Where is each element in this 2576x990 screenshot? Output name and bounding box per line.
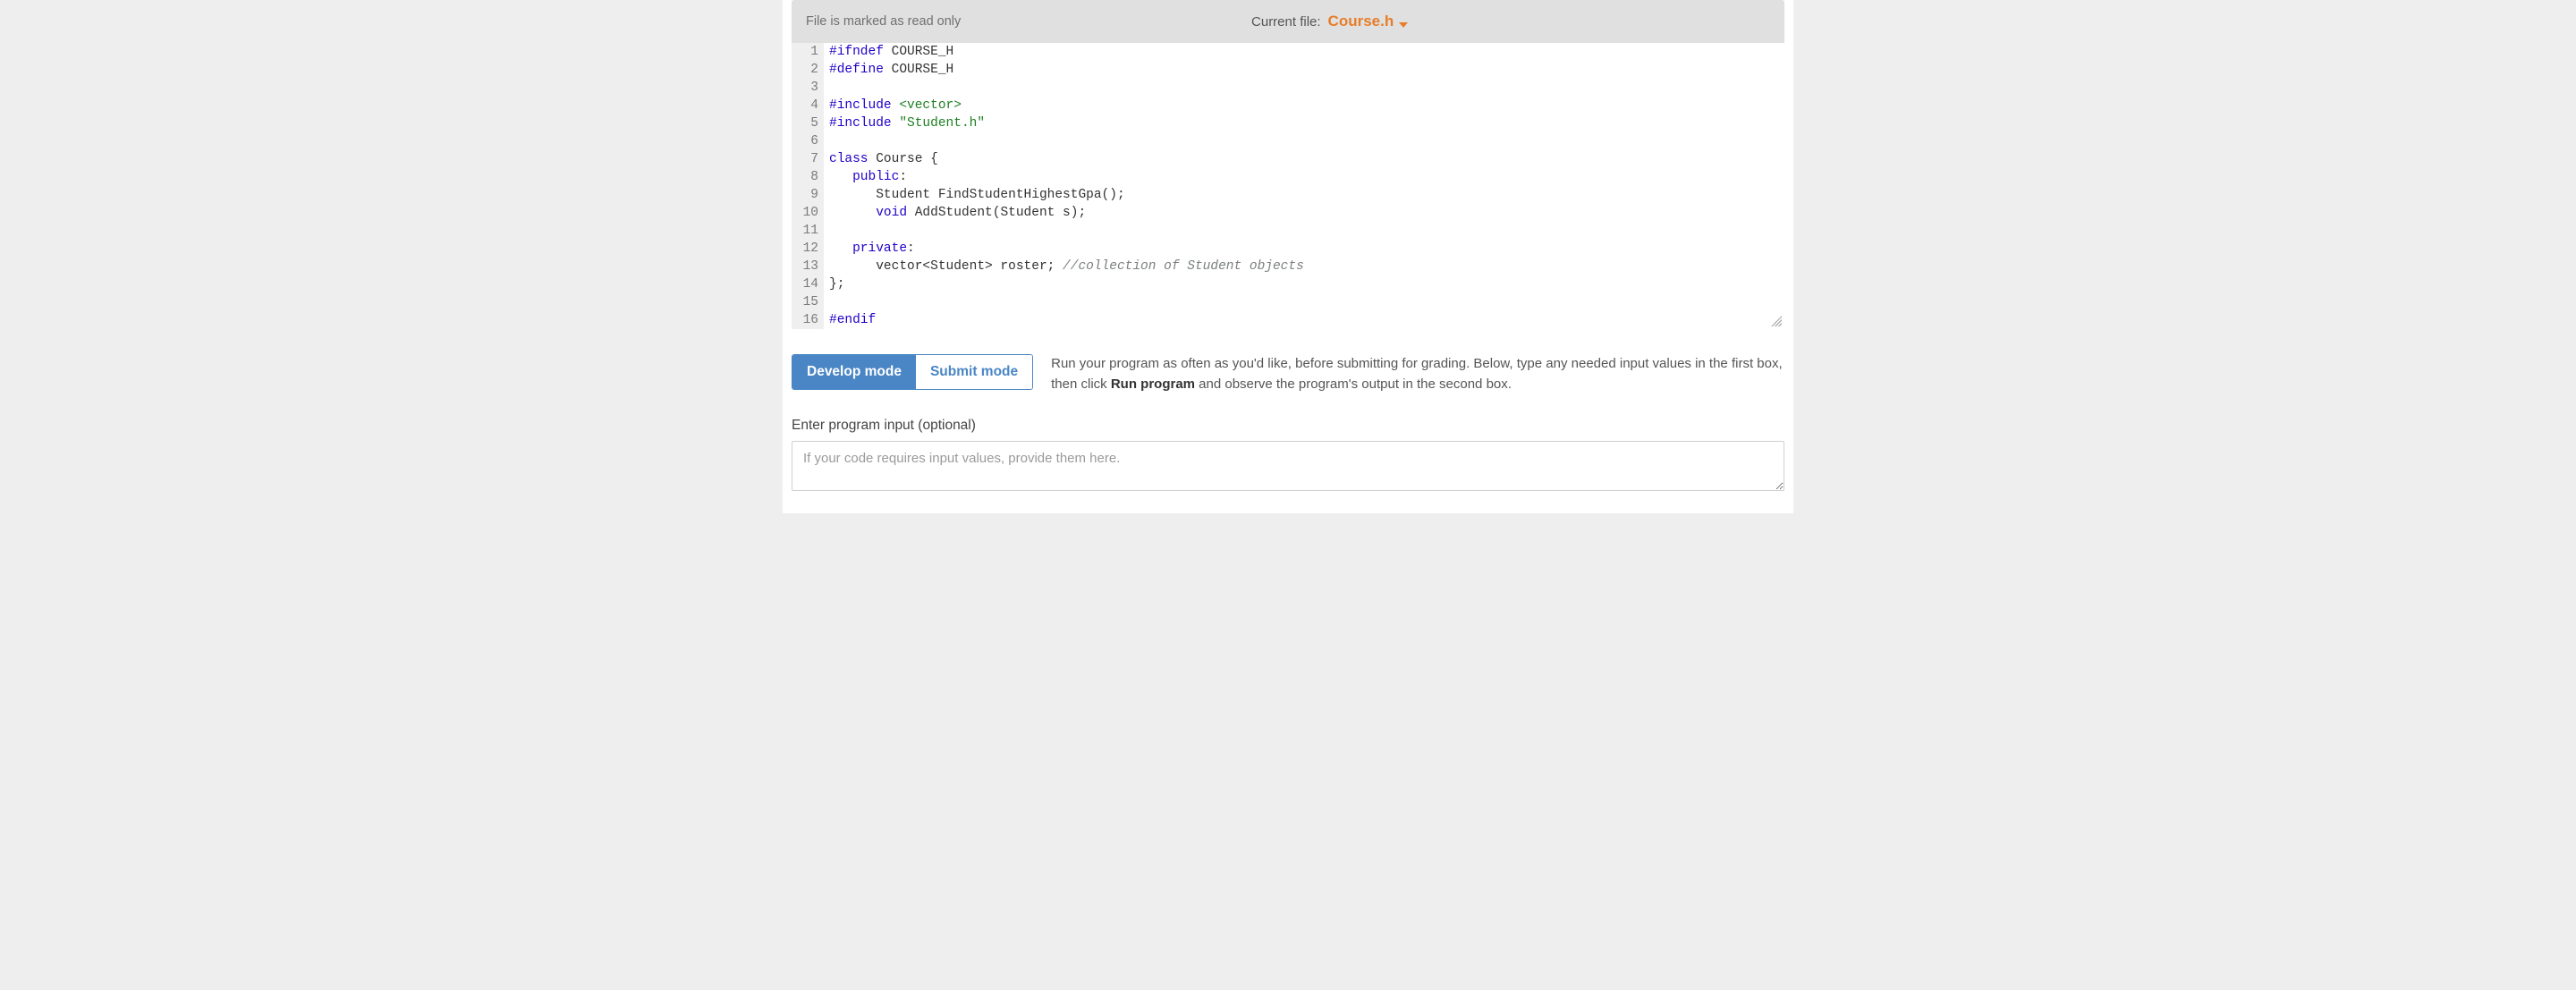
- line-content: class Course {: [824, 150, 1784, 168]
- line-content: #include "Student.h": [824, 114, 1784, 132]
- line-number: 11: [792, 222, 824, 240]
- develop-mode-button[interactable]: Develop mode: [792, 355, 916, 389]
- code-line: 14};: [792, 275, 1784, 293]
- line-content: public:: [824, 168, 1784, 186]
- code-line: 1#ifndef COURSE_H: [792, 43, 1784, 61]
- line-number: 16: [792, 311, 824, 329]
- code-line: 3: [792, 79, 1784, 97]
- line-number: 8: [792, 168, 824, 186]
- line-content: void AddStudent(Student s);: [824, 204, 1784, 222]
- line-content: [824, 293, 1784, 311]
- line-content: [824, 79, 1784, 97]
- line-content: };: [824, 275, 1784, 293]
- line-number: 15: [792, 293, 824, 311]
- line-content: [824, 222, 1784, 240]
- line-number: 5: [792, 114, 824, 132]
- line-content: Student FindStudentHighestGpa();: [824, 186, 1784, 204]
- mode-toggle: Develop mode Submit mode: [792, 354, 1033, 390]
- line-number: 13: [792, 258, 824, 275]
- line-number: 12: [792, 240, 824, 258]
- code-line: 7class Course {: [792, 150, 1784, 168]
- program-input-section: Enter program input (optional): [792, 418, 1784, 495]
- line-number: 1: [792, 43, 824, 61]
- code-line: 4#include <vector>: [792, 97, 1784, 114]
- editor-container: File is marked as read only Current file…: [792, 0, 1784, 329]
- program-input-textarea[interactable]: [792, 441, 1784, 491]
- code-line: 12 private:: [792, 240, 1784, 258]
- submit-mode-button[interactable]: Submit mode: [916, 355, 1032, 389]
- line-number: 14: [792, 275, 824, 293]
- line-number: 10: [792, 204, 824, 222]
- line-content: #endif: [824, 311, 1784, 329]
- line-content: #include <vector>: [824, 97, 1784, 114]
- code-line: 9 Student FindStudentHighestGpa();: [792, 186, 1784, 204]
- code-line: 15: [792, 293, 1784, 311]
- current-file-selector[interactable]: Current file: Course.h: [1251, 13, 1408, 30]
- code-line: 11: [792, 222, 1784, 240]
- editor-header: File is marked as read only Current file…: [792, 0, 1784, 43]
- current-file-label: Current file:: [1251, 14, 1321, 30]
- content-card: File is marked as read only Current file…: [783, 0, 1793, 513]
- code-line: 8 public:: [792, 168, 1784, 186]
- line-number: 7: [792, 150, 824, 168]
- line-number: 3: [792, 79, 824, 97]
- code-line: 2#define COURSE_H: [792, 61, 1784, 79]
- code-line: 5#include "Student.h": [792, 114, 1784, 132]
- readonly-label: File is marked as read only: [806, 14, 961, 29]
- line-content: #define COURSE_H: [824, 61, 1784, 79]
- line-content: [824, 132, 1784, 150]
- code-line: 6: [792, 132, 1784, 150]
- line-number: 9: [792, 186, 824, 204]
- code-editor[interactable]: 1#ifndef COURSE_H2#define COURSE_H34#inc…: [792, 43, 1784, 329]
- mode-row: Develop mode Submit mode Run your progra…: [792, 354, 1784, 394]
- line-content: private:: [824, 240, 1784, 258]
- chevron-down-icon: [1399, 16, 1408, 32]
- line-number: 4: [792, 97, 824, 114]
- mode-help-post: and observe the program's output in the …: [1195, 377, 1512, 392]
- line-content: #ifndef COURSE_H: [824, 43, 1784, 61]
- code-line: 16#endif: [792, 311, 1784, 329]
- current-file-name: Course.h: [1328, 13, 1394, 30]
- line-number: 2: [792, 61, 824, 79]
- code-line: 10 void AddStudent(Student s);: [792, 204, 1784, 222]
- program-input-label: Enter program input (optional): [792, 418, 1784, 434]
- line-content: vector<Student> roster; //collection of …: [824, 258, 1784, 275]
- code-line: 13 vector<Student> roster; //collection …: [792, 258, 1784, 275]
- line-number: 6: [792, 132, 824, 150]
- mode-help-bold: Run program: [1111, 377, 1195, 392]
- mode-help-text: Run your program as often as you'd like,…: [1051, 354, 1784, 394]
- resize-handle-icon[interactable]: [1771, 316, 1782, 326]
